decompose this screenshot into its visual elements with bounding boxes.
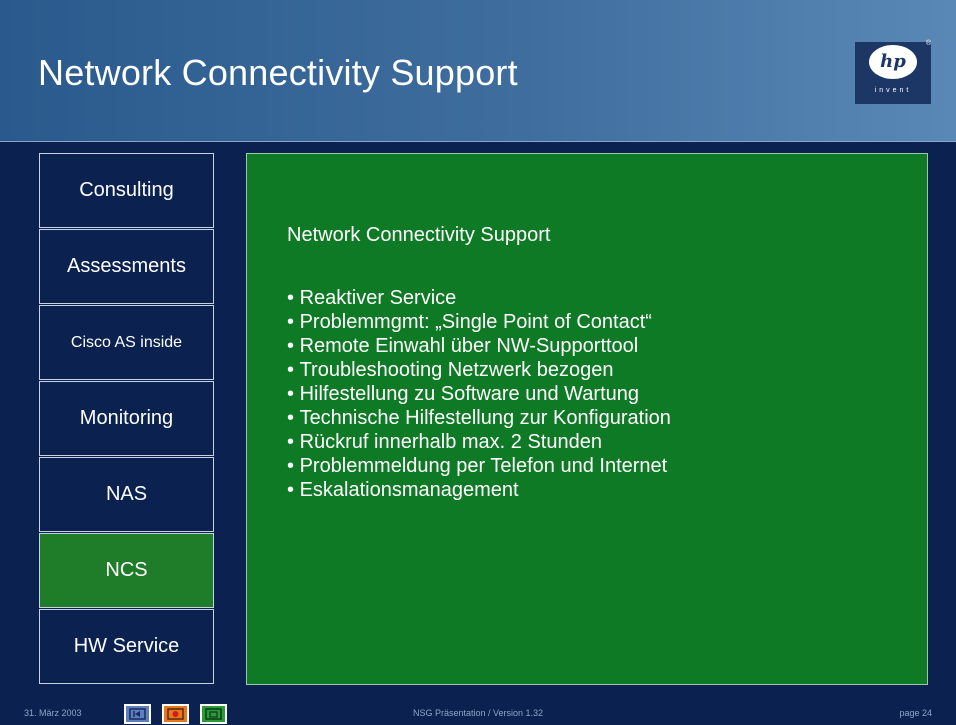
header-bar: Network Connectivity Support hp ® invent (0, 0, 956, 142)
section-nav: Consulting Assessments Cisco AS inside M… (39, 153, 216, 685)
nav-item-consulting[interactable]: Consulting (39, 153, 214, 228)
nav-item-label: NAS (105, 483, 148, 505)
content-heading: Network Connectivity Support (287, 224, 551, 246)
bullet-item: Reaktiver Service (287, 286, 671, 310)
bullet-item: Technische Hilfestellung zur Konfigurati… (287, 406, 671, 430)
nav-item-monitoring[interactable]: Monitoring (39, 381, 214, 456)
nav-item-assessments[interactable]: Assessments (39, 229, 214, 304)
nav-item-label: NCS (105, 559, 148, 581)
nav-item-label: Monitoring (79, 407, 174, 429)
nav-item-label: Consulting (79, 179, 174, 201)
bullet-item: Eskalationsmanagement (287, 478, 671, 502)
logo-circle: hp (869, 45, 917, 79)
logo-letters: hp (880, 51, 906, 72)
footer-presentation-version: NSG Präsentation / Version 1.32 (412, 708, 544, 718)
bullet-item: Rückruf innerhalb max. 2 Stunden (287, 430, 671, 454)
nav-item-nas[interactable]: NAS (39, 457, 214, 532)
nav-item-cisco-as-inside[interactable]: Cisco AS inside (39, 305, 214, 380)
nav-item-label: Assessments (67, 255, 186, 277)
bullet-item: Troubleshooting Netzwerk bezogen (287, 358, 671, 382)
bullet-item: Problemmeldung per Telefon und Internet (287, 454, 671, 478)
nav-item-hw-service[interactable]: HW Service (39, 609, 214, 684)
footer: 31. März 2003 NSG Präsentation / Version… (0, 702, 956, 725)
slide-title: Network Connectivity Support (38, 52, 518, 93)
bullet-item: Problemmgmt: „Single Point of Contact“ (287, 310, 671, 334)
footer-page-number: page 24 (899, 708, 932, 718)
bullet-item: Hilfestellung zu Software und Wartung (287, 382, 671, 406)
hp-logo: hp ® invent (855, 40, 932, 104)
nav-item-label: Cisco AS inside (70, 333, 183, 351)
content-panel: Network Connectivity Support Reaktiver S… (246, 153, 928, 685)
nav-item-label: HW Service (73, 635, 180, 657)
logo-trademark: ® (926, 40, 932, 47)
bullet-item: Remote Einwahl über NW-Supporttool (287, 334, 671, 358)
nav-item-ncs[interactable]: NCS (39, 533, 214, 608)
logo-tagline: invent (874, 87, 912, 94)
slide: Network Connectivity Support hp ® invent… (0, 0, 956, 725)
bullet-list: Reaktiver Service Problemmgmt: „Single P… (287, 286, 671, 502)
